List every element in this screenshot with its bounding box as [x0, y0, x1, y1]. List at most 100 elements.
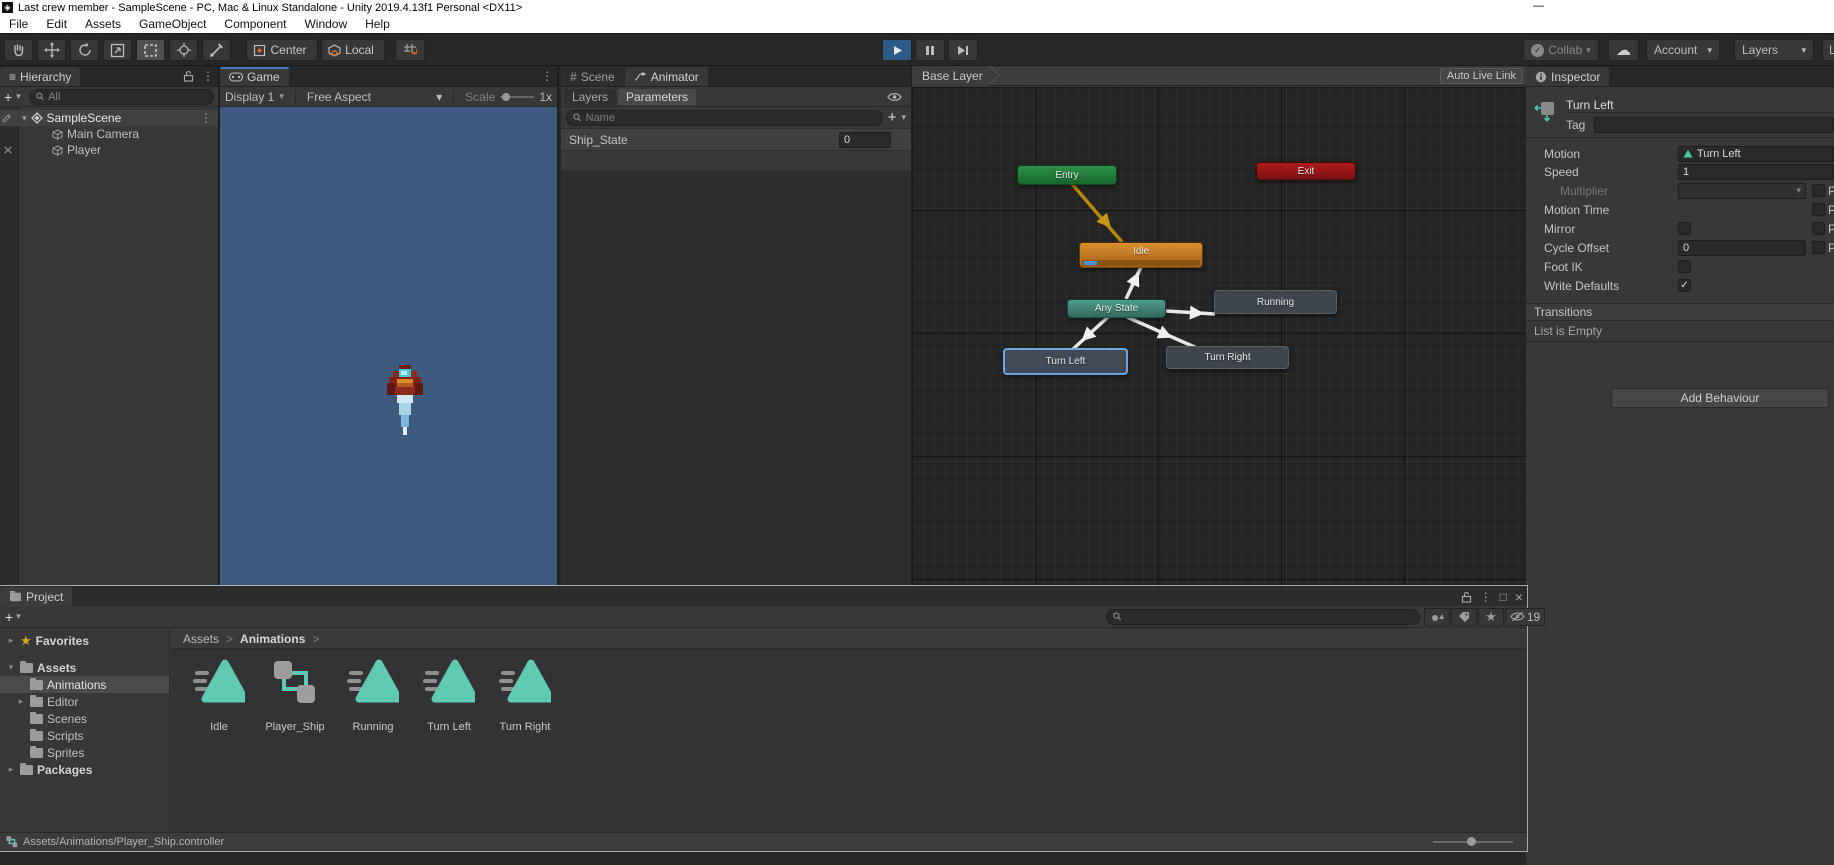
add-parameter-dropdown-icon[interactable]: ▾	[901, 112, 906, 123]
tree-item-editor[interactable]: ▸ Editor	[0, 693, 169, 710]
foldout-icon[interactable]: ▾	[22, 113, 27, 124]
state-node-any-state[interactable]: Any State	[1067, 299, 1166, 318]
mirror-checkbox[interactable]	[1678, 222, 1691, 235]
tree-item-packages[interactable]: ▸ Packages	[0, 761, 169, 778]
search-by-type-button[interactable]	[1424, 607, 1450, 626]
hierarchy-item-player[interactable]: Player	[0, 142, 218, 158]
cycle-offset-param-checkbox[interactable]	[1812, 241, 1825, 254]
menu-gameobject[interactable]: GameObject	[130, 17, 215, 31]
pause-button[interactable]	[915, 39, 945, 61]
auto-live-link-button[interactable]: Auto Live Link	[1439, 68, 1523, 84]
step-button[interactable]	[948, 39, 978, 61]
breadcrumb-assets[interactable]: Assets	[183, 632, 219, 646]
custom-tools-button[interactable]	[202, 39, 231, 61]
transitions-header[interactable]: Transitions	[1526, 303, 1834, 321]
handle-space-button[interactable]: Local	[321, 39, 385, 61]
aspect-dropdown-icon[interactable]: ▾	[376, 90, 442, 104]
favorite-search-button[interactable]: ★	[1478, 607, 1504, 626]
scene-menu-icon[interactable]: ⋮	[200, 111, 212, 125]
parameters-tab[interactable]: Parameters	[618, 88, 697, 105]
close-icon[interactable]: ×	[1515, 589, 1523, 605]
hierarchy-item-scene[interactable]: ▾ SampleScene ⋮	[0, 110, 218, 126]
tab-scene[interactable]: # Scene	[561, 67, 624, 86]
animator-graph-canvas[interactable]: Entry Exit Idle Any State Running Turn L…	[912, 87, 1526, 585]
parameter-search-input[interactable]	[585, 111, 876, 124]
state-node-exit[interactable]: Exit	[1256, 162, 1356, 180]
mirror-param-checkbox[interactable]	[1812, 222, 1825, 235]
project-search[interactable]	[1106, 608, 1420, 625]
project-create-dropdown-icon[interactable]: ▾	[16, 611, 21, 622]
game-menu-icon[interactable]: ⋮	[541, 69, 553, 83]
hierarchy-search-input[interactable]	[48, 90, 207, 103]
tab-animator[interactable]: Animator	[624, 67, 708, 86]
foot-ik-checkbox[interactable]	[1678, 260, 1691, 273]
project-menu-icon[interactable]: ⋮	[1480, 590, 1492, 604]
hierarchy-item-main-camera[interactable]: Main Camera	[0, 126, 218, 142]
asset-item-idle[interactable]: Idle	[181, 659, 257, 733]
tree-item-animations[interactable]: Animations	[0, 676, 169, 693]
menu-component[interactable]: Component	[215, 17, 295, 31]
picking-disabled-icon[interactable]	[3, 145, 13, 155]
tab-game[interactable]: Game	[220, 67, 289, 86]
layers-tab[interactable]: Layers	[564, 88, 617, 105]
tab-project[interactable]: Project	[0, 587, 73, 606]
pivot-mode-button[interactable]: Center	[246, 39, 318, 61]
asset-item-running[interactable]: Running	[335, 659, 411, 733]
play-button[interactable]	[882, 39, 912, 61]
menu-file[interactable]: File	[0, 17, 37, 31]
tree-item-sprites[interactable]: Sprites	[0, 744, 169, 761]
project-create-button[interactable]: +	[5, 609, 13, 625]
write-defaults-checkbox[interactable]: ✓	[1678, 279, 1691, 292]
speed-field[interactable]	[1678, 163, 1834, 180]
state-node-turn-left[interactable]: Turn Left	[1003, 348, 1128, 375]
collab-button[interactable]: ✓ Collab ▾	[1523, 39, 1599, 61]
asset-item-player-ship[interactable]: Player_Ship	[257, 659, 333, 733]
tab-inspector[interactable]: Inspector	[1526, 67, 1610, 86]
hand-tool-button[interactable]	[4, 39, 33, 61]
breadcrumb-base-layer[interactable]: Base Layer	[912, 65, 989, 86]
search-by-label-button[interactable]	[1451, 607, 1477, 626]
rotate-tool-button[interactable]	[70, 39, 99, 61]
display-dropdown[interactable]: Display 1	[225, 90, 274, 104]
asset-item-turn-right[interactable]: Turn Right	[487, 659, 563, 733]
thumbnail-size-slider[interactable]	[1433, 837, 1513, 846]
add-parameter-button[interactable]: +	[888, 109, 897, 126]
tag-field[interactable]	[1594, 117, 1834, 133]
parameter-search[interactable]	[566, 109, 883, 126]
cloud-button[interactable]: ☁	[1608, 39, 1639, 61]
breadcrumb-animations[interactable]: Animations	[240, 632, 305, 646]
scale-slider[interactable]	[500, 92, 535, 101]
tree-item-favorites[interactable]: ▸ ★ Favorites	[0, 632, 169, 649]
menu-help[interactable]: Help	[356, 17, 399, 31]
parameter-value-field[interactable]	[839, 131, 891, 148]
layout-dropdown[interactable]: L	[1822, 39, 1834, 61]
motion-object-field[interactable]: Turn Left	[1678, 145, 1834, 162]
minimize-button[interactable]: —	[1533, 0, 1544, 12]
state-node-idle[interactable]: Idle	[1079, 242, 1203, 268]
cycle-offset-field[interactable]	[1678, 239, 1806, 256]
rect-tool-button[interactable]	[136, 39, 165, 61]
display-dropdown-icon[interactable]: ▾	[279, 91, 284, 102]
project-search-input[interactable]	[1125, 610, 1413, 623]
scale-tool-button[interactable]	[103, 39, 132, 61]
state-node-entry[interactable]: Entry	[1017, 165, 1117, 185]
hidden-count-button[interactable]: 19	[1505, 607, 1545, 626]
multiplier-dropdown[interactable]: ▾	[1678, 182, 1806, 199]
scene-visibility-icon[interactable]	[2, 113, 12, 123]
asset-item-turn-left[interactable]: Turn Left	[411, 659, 487, 733]
eye-icon[interactable]	[887, 92, 902, 102]
motion-time-param-checkbox[interactable]	[1812, 203, 1825, 216]
add-behaviour-button[interactable]: Add Behaviour	[1611, 388, 1829, 408]
layers-dropdown[interactable]: Layers ▾	[1734, 39, 1814, 61]
tree-item-scenes[interactable]: Scenes	[0, 710, 169, 727]
hierarchy-search[interactable]	[28, 88, 214, 105]
hierarchy-create-button[interactable]: +	[4, 89, 12, 105]
grid-snap-button[interactable]	[395, 39, 425, 61]
aspect-dropdown[interactable]: Free Aspect	[307, 90, 371, 104]
move-tool-button[interactable]	[37, 39, 66, 61]
menu-assets[interactable]: Assets	[76, 17, 130, 31]
unlock-icon[interactable]	[183, 70, 194, 82]
state-node-running[interactable]: Running	[1214, 290, 1337, 314]
game-viewport[interactable]	[220, 107, 557, 585]
multiplier-param-checkbox[interactable]	[1812, 184, 1825, 197]
